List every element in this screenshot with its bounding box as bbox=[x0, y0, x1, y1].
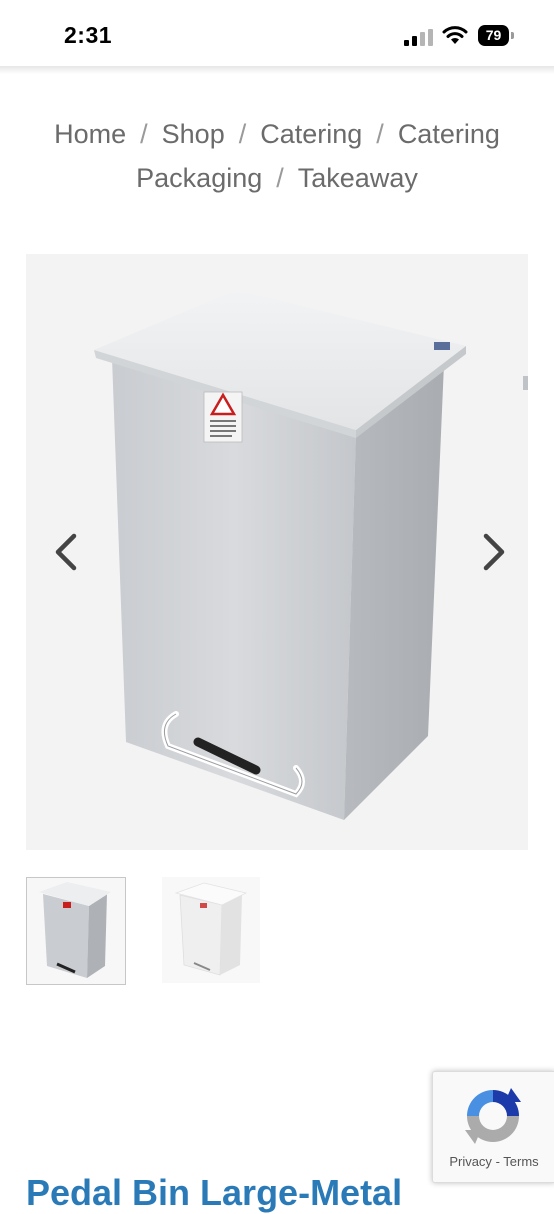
breadcrumb-home[interactable]: Home bbox=[54, 119, 126, 149]
recaptcha-links: Privacy - Terms bbox=[433, 1154, 554, 1169]
breadcrumb-takeaway: Takeaway bbox=[297, 163, 418, 193]
breadcrumb: Home / Shop / Catering / Catering Packaging / Ta… bbox=[20, 112, 534, 200]
signal-icon bbox=[404, 29, 433, 46]
chevron-right-icon[interactable] bbox=[474, 532, 510, 572]
battery-level: 79 bbox=[485, 27, 502, 43]
breadcrumb-separator: / bbox=[140, 119, 148, 149]
breadcrumb-separator: / bbox=[276, 163, 284, 193]
breadcrumb-separator: / bbox=[238, 119, 247, 149]
recaptcha-terms-link[interactable]: Terms bbox=[503, 1154, 538, 1169]
status-bar: 2:31 79 bbox=[0, 0, 554, 68]
thumbnail-2[interactable] bbox=[162, 877, 260, 983]
chevron-left-icon[interactable] bbox=[50, 532, 86, 572]
recaptcha-privacy-link[interactable]: Privacy bbox=[449, 1154, 492, 1169]
breadcrumb-shop[interactable]: Shop bbox=[162, 119, 225, 149]
recaptcha-icon bbox=[465, 1088, 521, 1144]
wifi-icon bbox=[442, 26, 468, 44]
header-shadow bbox=[0, 66, 554, 74]
breadcrumb-separator: / bbox=[376, 119, 384, 149]
product-image bbox=[94, 290, 528, 820]
product-title: Pedal Bin Large-Metal bbox=[26, 1172, 403, 1214]
battery-icon: 79 bbox=[478, 25, 516, 46]
product-image-gallery[interactable] bbox=[26, 254, 528, 850]
recaptcha-badge[interactable]: Privacy - Terms bbox=[432, 1071, 554, 1183]
status-time: 2:31 bbox=[64, 22, 113, 48]
thumbnail-image bbox=[162, 877, 260, 983]
thumbnail-image bbox=[39, 882, 111, 978]
recaptcha-link-separator: - bbox=[495, 1154, 500, 1169]
thumbnail-1[interactable] bbox=[26, 877, 126, 985]
breadcrumb-catering[interactable]: Catering bbox=[260, 119, 362, 149]
